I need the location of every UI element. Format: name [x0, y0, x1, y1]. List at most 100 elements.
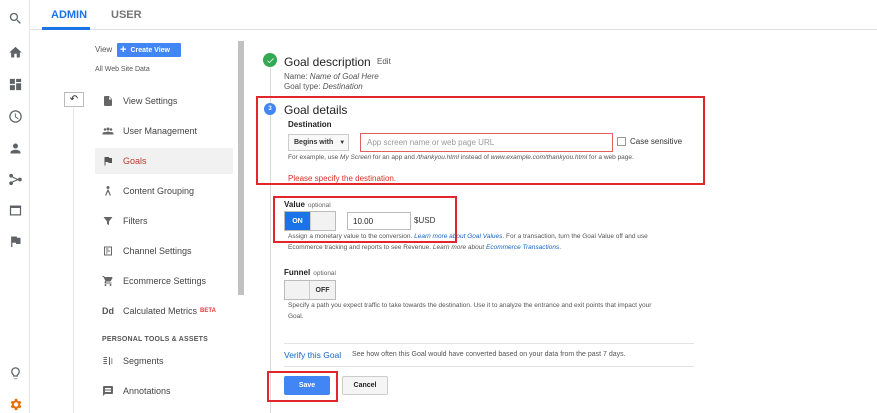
nav-item-ecommerce-settings[interactable]: Ecommerce Settings: [95, 268, 233, 294]
document-icon: [101, 94, 115, 108]
grouping-icon: [101, 184, 115, 198]
section-divider: [284, 343, 694, 344]
plus-icon: +: [120, 44, 127, 56]
ecommerce-transactions-link[interactable]: Ecommerce Transactions: [486, 244, 559, 251]
view-label: View: [95, 45, 113, 54]
destination-label: Destination: [288, 120, 332, 129]
goal-name-value: Name of Goal Here: [309, 72, 379, 81]
nav-item-filters[interactable]: Filters: [95, 208, 233, 234]
help-text-part: instead of: [458, 154, 491, 161]
destination-input[interactable]: [360, 133, 613, 152]
nav-item-label: Ecommerce Settings: [123, 276, 207, 286]
filter-icon: [101, 214, 115, 228]
nav-item-label: Channel Settings: [123, 246, 192, 256]
funnel-label: Funnel optional: [284, 268, 336, 277]
help-text-part: Ecommerce tracking and reports to see Re…: [288, 244, 433, 251]
goal-type-line: Goal type: Destination: [284, 82, 363, 91]
goal-name-label: Name:: [284, 72, 308, 81]
lightbulb-icon[interactable]: [7, 365, 23, 381]
match-type-value: Begins with: [294, 139, 334, 146]
clock-icon[interactable]: [7, 108, 23, 124]
channel-icon: [101, 244, 115, 258]
tab-admin[interactable]: ADMIN: [51, 9, 87, 21]
case-sensitive-checkbox[interactable]: [617, 137, 626, 146]
section-divider: [284, 366, 694, 367]
help-text-part: .: [559, 244, 562, 251]
nav-item-label: Filters: [123, 216, 148, 226]
value-label-text: Value: [284, 200, 305, 209]
active-tab-indicator: [42, 27, 90, 30]
users-icon: [101, 124, 115, 138]
section-heading-personal-tools: PERSONAL TOOLS & ASSETS: [102, 336, 208, 343]
behavior-icon[interactable]: [7, 202, 23, 218]
save-button[interactable]: Save: [284, 376, 330, 395]
step-number-badge: 3: [264, 103, 276, 115]
nav-item-user-management[interactable]: User Management: [95, 118, 233, 144]
help-text-part: www.example.com/thankyou.html: [490, 154, 588, 161]
help-text-part: /thankyou.html: [416, 154, 459, 161]
nav-item-label: Goals: [123, 156, 147, 166]
optional-tag: optional: [307, 202, 331, 209]
goal-description-title: Goal description: [284, 55, 371, 69]
tab-user[interactable]: USER: [111, 9, 142, 21]
verify-goal-description: See how often this Goal would have conve…: [352, 351, 626, 358]
cart-icon: [101, 274, 115, 288]
search-icon[interactable]: [7, 10, 23, 26]
nav-item-calculated-metrics[interactable]: Dd Calculated Metrics BETA: [95, 298, 233, 324]
match-type-select[interactable]: Begins with ▼: [288, 134, 349, 151]
goal-details-title: Goal details: [284, 103, 348, 117]
nav-item-segments[interactable]: Segments: [95, 348, 233, 374]
funnel-help-line-2: Goal.: [288, 313, 304, 320]
admin-tabs: ADMIN USER: [30, 0, 877, 30]
value-toggle-on: ON: [285, 212, 310, 230]
help-text-part: for a web page.: [587, 154, 634, 161]
back-button[interactable]: ↶: [64, 92, 84, 107]
nav-item-goals[interactable]: Goals: [95, 148, 233, 174]
verify-goal-link[interactable]: Verify this Goal: [284, 350, 341, 360]
destination-help-text: For example, use My Screen for an app an…: [288, 154, 634, 161]
goal-values-link[interactable]: Learn more about Goal Values: [414, 233, 502, 240]
nav-item-channel-settings[interactable]: Channel Settings: [95, 238, 233, 264]
help-text-part: For example, use: [288, 154, 341, 161]
goal-type-value: Destination: [322, 82, 363, 91]
value-toggle[interactable]: ON: [284, 211, 336, 231]
home-icon[interactable]: [7, 44, 23, 60]
nav-scrollbar[interactable]: [238, 41, 244, 295]
flag-icon: [101, 154, 115, 168]
nav-item-label: Annotations: [123, 386, 171, 396]
flag-icon[interactable]: [7, 233, 23, 249]
toggle-knob: [309, 212, 335, 230]
help-text-part: Assign a monetary value to the conversio…: [288, 233, 415, 240]
help-text-part: Learn more about: [432, 244, 487, 251]
nav-item-view-settings[interactable]: View Settings: [95, 88, 233, 114]
create-view-button[interactable]: + Create View: [117, 43, 181, 57]
goal-value-input[interactable]: [347, 212, 411, 230]
destination-error-message: Please specify the destination.: [288, 174, 397, 183]
value-help-line-2: Ecommerce tracking and reports to see Re…: [288, 244, 561, 251]
goal-name-line: Name: Name of Goal Here: [284, 72, 379, 81]
case-sensitive-label: Case sensitive: [630, 137, 683, 146]
nav-item-label: View Settings: [123, 96, 178, 106]
funnel-toggle-off: OFF: [310, 281, 335, 299]
nav-item-annotations[interactable]: Annotations: [95, 378, 233, 404]
value-help-line-1: Assign a monetary value to the conversio…: [288, 233, 648, 240]
person-icon[interactable]: [7, 140, 23, 156]
optional-tag: optional: [313, 270, 336, 277]
beta-badge: BETA: [200, 308, 216, 314]
nav-item-label: User Management: [123, 126, 198, 136]
nav-item-content-grouping[interactable]: Content Grouping: [95, 178, 233, 204]
step-complete-check-icon: [263, 53, 277, 67]
acquisition-icon[interactable]: [7, 171, 23, 187]
funnel-help-line-1: Specify a path you expect traffic to tak…: [288, 302, 652, 309]
customization-icon[interactable]: [7, 76, 23, 92]
gear-icon[interactable]: [7, 396, 23, 412]
icon-rail: [0, 0, 30, 413]
help-text-part: . For a transaction, turn the Goal Value…: [502, 233, 648, 240]
nav-item-label: Content Grouping: [123, 186, 195, 196]
view-name[interactable]: All Web Site Data: [95, 66, 150, 73]
edit-goal-description-link[interactable]: Edit: [377, 57, 391, 66]
cancel-button[interactable]: Cancel: [342, 376, 388, 395]
annotations-icon: [101, 384, 115, 398]
funnel-toggle[interactable]: OFF: [284, 280, 336, 300]
nav-item-label: Segments: [123, 356, 164, 366]
